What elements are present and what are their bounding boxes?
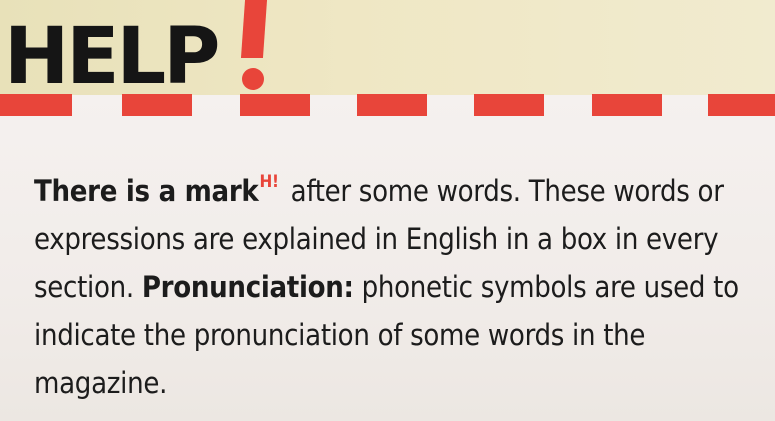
exclamation-bar [240,0,268,58]
exclamation-mark-icon [236,0,270,94]
exclamation-dot [242,68,264,90]
pronunciation-text: phonetic symbols are used to indicate th… [34,270,739,400]
dashed-divider [0,94,775,116]
help-mark-superscript: H! [259,172,279,192]
lead-bold-text: There is a mark [34,174,259,208]
help-title: HELP [4,12,220,102]
pronunciation-label: Pronunciation: [141,270,354,304]
help-paragraph: There is a markH! after some words. Thes… [34,158,764,407]
